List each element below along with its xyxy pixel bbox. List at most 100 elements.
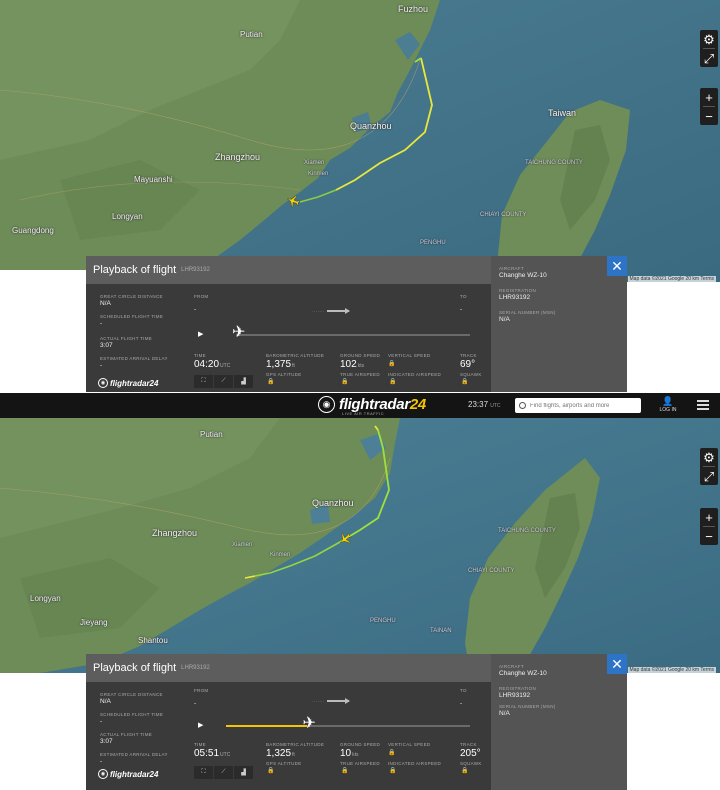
search-input[interactable] <box>530 402 638 409</box>
screenshot-top: Fuzhou Quanzhou Zhangzhou Xiamen Longyan… <box>0 0 720 393</box>
vertical-speed-label: VERTICAL SPEED <box>388 742 431 747</box>
aircraft-value: Changhe WZ-10 <box>499 272 547 279</box>
playback-registration: LHR93192 <box>181 665 210 671</box>
zoom-controls: + − <box>700 88 718 125</box>
map-label: Zhangzhou <box>215 152 261 162</box>
map-credit: Map data ©2021 Google 20 km Terms <box>627 276 716 282</box>
fullscreen-expand-icon[interactable]: ⤢ <box>700 49 718 67</box>
menu-hamburger-icon[interactable] <box>697 400 709 412</box>
squawk-label: SQUAWK <box>460 761 482 766</box>
screenshot-bottom: ◉ flightradar24 LIVE AIR TRAFFIC 23:37 U… <box>0 393 720 790</box>
altitude-chart-icon[interactable]: ▟ <box>234 766 253 779</box>
arrival-delay-label: ESTIMATED ARRIVAL DELAY <box>100 752 168 757</box>
fr24-header-logo[interactable]: ◉ flightradar24 LIVE AIR TRAFFIC <box>318 396 426 416</box>
fit-view-icon[interactable]: ⛶ <box>194 375 213 388</box>
user-icon: 👤 <box>662 396 674 406</box>
play-button-icon[interactable]: ▶ <box>198 330 203 338</box>
arrow-right-icon <box>326 307 350 315</box>
map-label: Xiamen <box>232 542 253 548</box>
actual-time-value: 3:07 <box>100 342 113 349</box>
playback-slider[interactable] <box>236 334 470 336</box>
distance-label: GREAT CIRCLE DISTANCE <box>100 692 163 697</box>
zoom-in-button[interactable]: + <box>700 508 718 526</box>
track-value: 205° <box>460 748 481 759</box>
distance-value: N/A <box>100 300 111 307</box>
settings-gear-icon[interactable]: ⚙ <box>700 30 718 48</box>
close-panel-button[interactable]: ✕ <box>607 654 627 674</box>
playback-header: Playback of flight LHR93192 <box>86 256 491 284</box>
route-line-icon[interactable]: ⟋ <box>214 766 233 779</box>
zoom-out-button[interactable]: − <box>700 107 718 125</box>
actual-time-label: ACTUAL FLIGHT TIME <box>100 336 153 341</box>
from-label: FROM <box>194 688 209 693</box>
search-box[interactable] <box>515 398 641 413</box>
map-label: TAICHUNG COUNTY <box>498 528 556 534</box>
zoom-out-button[interactable]: − <box>700 527 718 545</box>
playback-slider[interactable] <box>226 725 470 727</box>
aircraft-label: AIRCRAFT <box>499 664 524 669</box>
map-label: CHIAYI COUNTY <box>480 212 527 218</box>
true-airspeed-label: TRUE AIRSPEED <box>340 761 380 766</box>
playback-title: Playback of flight <box>93 264 177 276</box>
registration-value: LHR93192 <box>499 692 531 699</box>
distance-value: N/A <box>100 698 111 705</box>
brand-text: flightradar24 <box>110 769 159 779</box>
altitude-label: BAROMETRIC ALTITUDE <box>266 742 325 747</box>
map-canvas <box>0 0 720 282</box>
map-label: Kinmen <box>270 552 291 558</box>
actual-time-value: 3:07 <box>100 738 113 745</box>
map-label: CHIAYI COUNTY <box>468 568 515 574</box>
map-label: Zhangzhou <box>152 528 198 538</box>
lock-icon: 🔒 <box>267 379 275 385</box>
to-label: TO <box>460 294 467 299</box>
squawk-label: SQUAWK <box>460 372 482 377</box>
arrow-right-icon <box>326 697 350 705</box>
close-panel-button[interactable]: ✕ <box>607 256 627 276</box>
search-icon <box>519 402 526 409</box>
play-button-icon[interactable]: ▶ <box>198 721 203 729</box>
track-label: TRACK <box>460 742 477 747</box>
playback-panel: Playback of flight LHR93192 GREAT CIRCLE… <box>86 256 627 392</box>
route-line-icon[interactable]: ⟋ <box>214 375 233 388</box>
top-navigation-bar: ◉ flightradar24 LIVE AIR TRAFFIC 23:37 U… <box>0 393 720 418</box>
scheduled-time-label: SCHEDULED FLIGHT TIME <box>100 314 164 319</box>
serial-label: SERIAL NUMBER (MSN) <box>499 310 556 315</box>
zoom-in-button[interactable]: + <box>700 88 718 106</box>
indicated-airspeed-label: INDICATED AIRSPEED <box>388 761 442 766</box>
route-arrow: ······· <box>312 696 350 706</box>
map-label: PENGHU <box>420 240 446 246</box>
serial-value: N/A <box>499 710 510 717</box>
playback-panel: Playback of flight LHR93192 GREAT CIRCLE… <box>86 654 627 790</box>
lock-icon: 🔒 <box>388 750 396 756</box>
map-label: PENGHU <box>370 618 396 624</box>
lock-icon: 🔒 <box>267 768 275 774</box>
map-settings-controls: ⚙ ⤢ <box>700 30 718 67</box>
aircraft-label: AIRCRAFT <box>499 266 524 271</box>
map-view[interactable]: Fuzhou Quanzhou Zhangzhou Xiamen Longyan… <box>0 0 720 282</box>
fit-view-icon[interactable]: ⛶ <box>194 766 213 779</box>
ground-speed-label: GROUND SPEED <box>340 742 381 747</box>
lock-icon: 🔒 <box>461 379 469 385</box>
time-value: 05:51UTC <box>194 748 231 759</box>
map-view[interactable]: Quanzhou Zhangzhou Xiamen Longyan Putian… <box>0 418 720 673</box>
lock-icon: 🔒 <box>341 379 349 385</box>
track-label: TRACK <box>460 353 477 358</box>
map-label: Guangdong <box>12 226 54 235</box>
utc-clock: 23:37 UTC <box>468 400 501 409</box>
time-value: 04:20UTC <box>194 359 231 370</box>
map-label: Jieyang <box>80 618 108 627</box>
altitude-value: 1,375ft <box>266 359 295 370</box>
map-label: Mayuanshi <box>134 175 173 184</box>
serial-value: N/A <box>499 316 510 323</box>
route-dots: ······· <box>312 308 325 314</box>
playback-plane-icon[interactable]: ✈ <box>303 716 316 732</box>
playback-plane-icon[interactable]: ✈ <box>232 325 245 341</box>
map-settings-controls: ⚙ ⤢ <box>700 448 718 485</box>
settings-gear-icon[interactable]: ⚙ <box>700 448 718 466</box>
time-label: TIME <box>194 353 206 358</box>
map-label: Longyan <box>112 212 143 221</box>
fullscreen-expand-icon[interactable]: ⤢ <box>700 467 718 485</box>
login-button[interactable]: 👤 LOG IN <box>657 396 679 413</box>
altitude-chart-icon[interactable]: ▟ <box>234 375 253 388</box>
altitude-value: 1,325ft <box>266 748 295 759</box>
